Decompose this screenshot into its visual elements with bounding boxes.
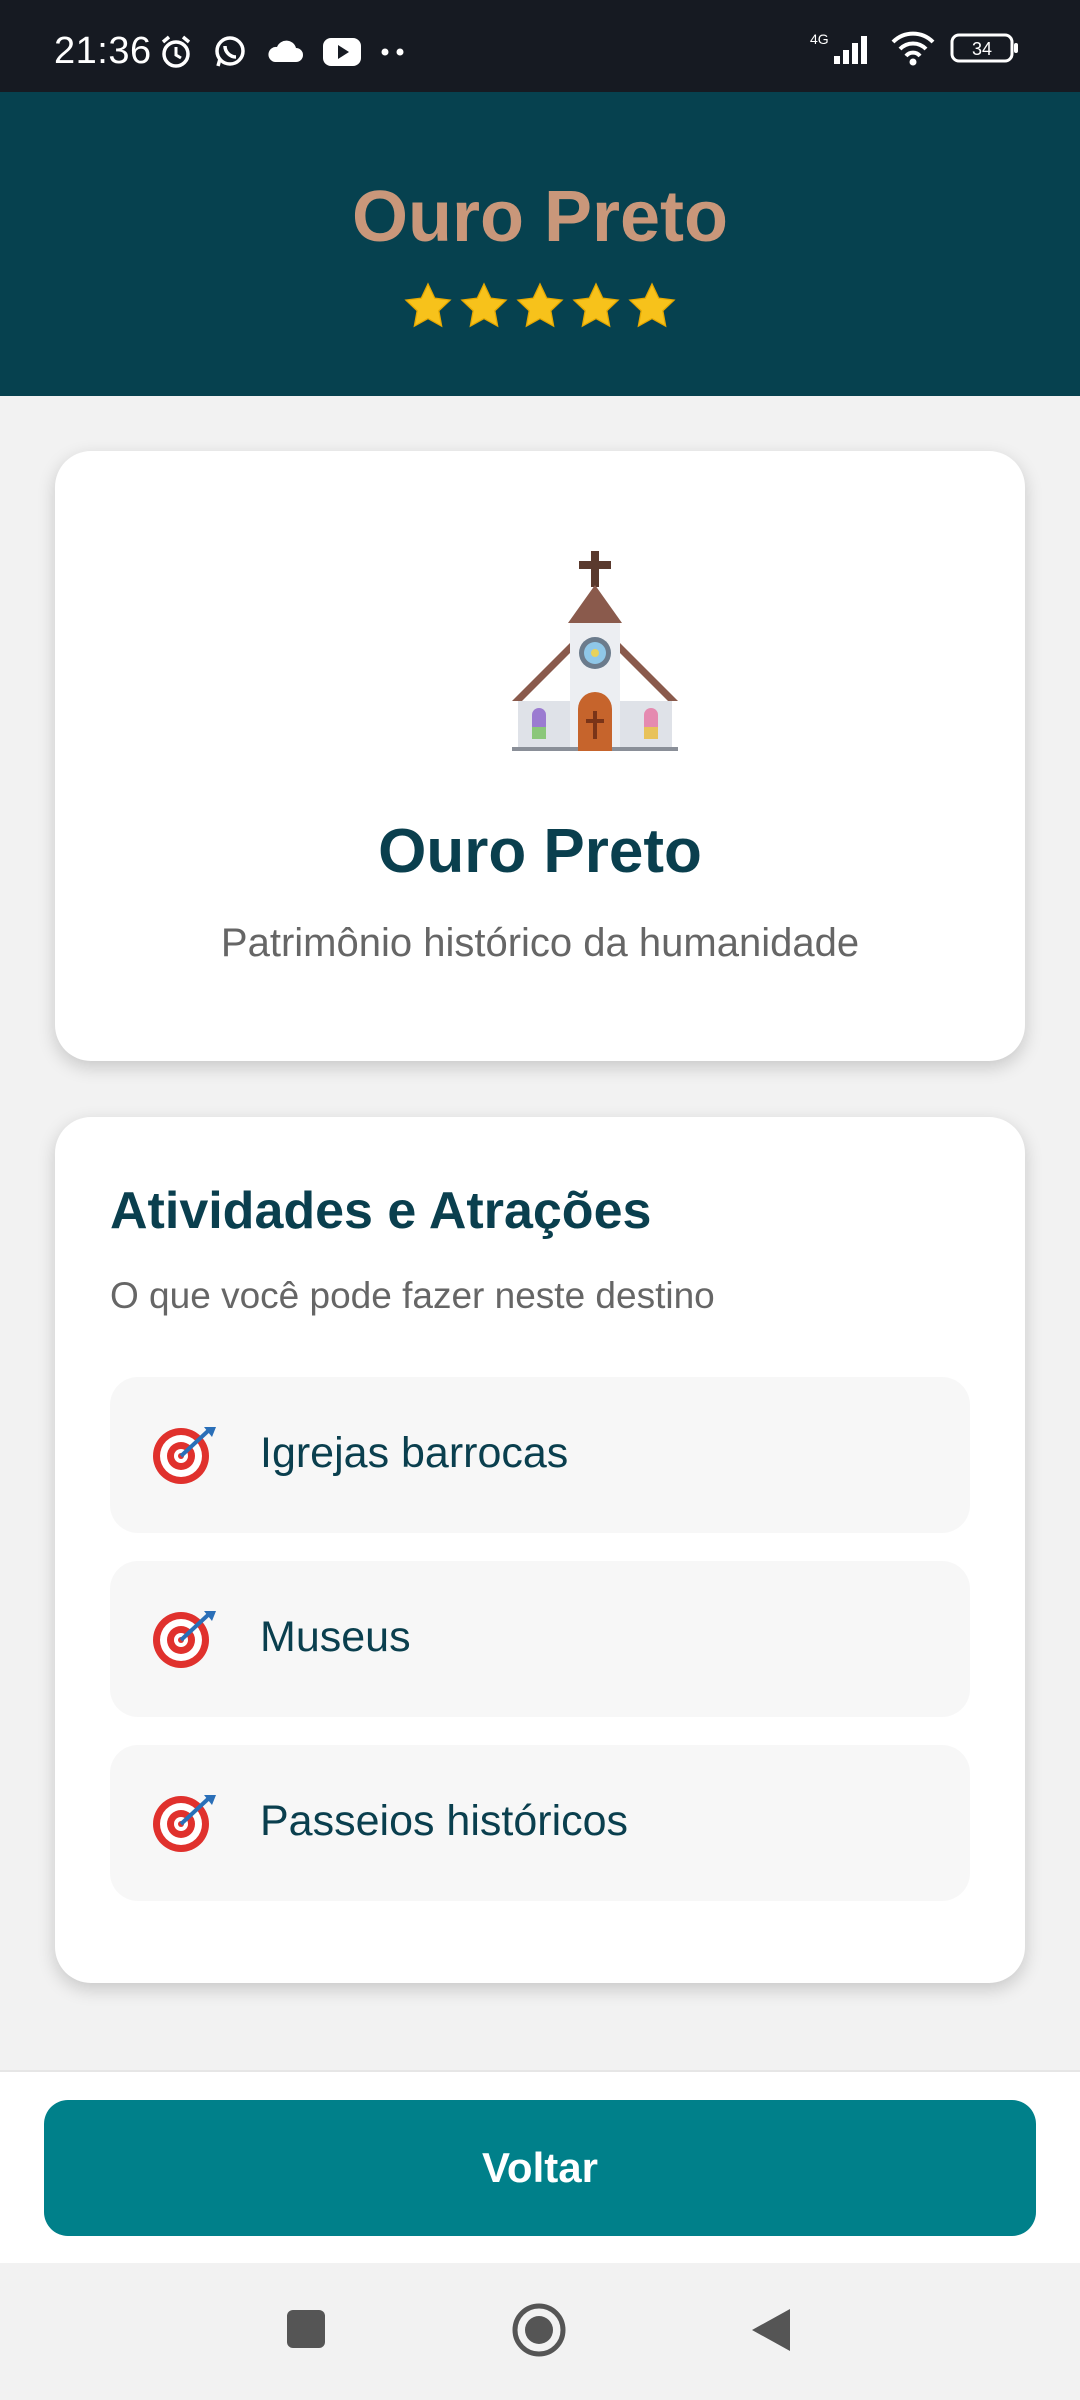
target-icon bbox=[152, 1791, 218, 1858]
header-title: Ouro Preto bbox=[351, 177, 729, 257]
status-time: 21:36 bbox=[54, 30, 152, 72]
svg-text:4G: 4G bbox=[810, 31, 829, 47]
activity-item: Passeios históricos bbox=[110, 1745, 970, 1901]
activity-label: Passeios históricos bbox=[260, 1797, 629, 1845]
more-dots-icon bbox=[380, 47, 406, 57]
bottom-action-bar: Voltar bbox=[0, 2070, 1080, 2265]
signal-icon: 4G bbox=[810, 30, 876, 66]
system-icons: 4G 34 bbox=[810, 30, 1020, 66]
star-icon bbox=[626, 280, 678, 332]
back-button[interactable]: Voltar bbox=[44, 2100, 1036, 2236]
star-icon bbox=[402, 280, 454, 332]
activities-subtitle: O que você pode fazer neste destino bbox=[110, 1275, 715, 1316]
youtube-icon bbox=[322, 37, 362, 67]
star-icon bbox=[458, 280, 510, 332]
activities-title: Atividades e Atrações bbox=[110, 1182, 652, 1240]
battery-icon: 34 bbox=[950, 30, 1020, 66]
church-icon bbox=[512, 551, 678, 756]
rating-stars bbox=[0, 280, 1080, 332]
wifi-icon bbox=[890, 30, 936, 66]
activity-item: Museus bbox=[110, 1561, 970, 1717]
status-bar: 21:36 4G 34 bbox=[0, 0, 1080, 92]
alarm-icon bbox=[158, 34, 194, 70]
app-header: Ouro Preto bbox=[0, 92, 1080, 396]
destination-subtitle: Patrimônio histórico da humanidade bbox=[220, 921, 860, 965]
star-icon bbox=[570, 280, 622, 332]
recents-square-icon[interactable] bbox=[286, 2305, 326, 2360]
star-icon bbox=[514, 280, 566, 332]
notification-icons bbox=[158, 34, 406, 70]
svg-text:34: 34 bbox=[972, 39, 992, 59]
destination-card: Ouro Preto Patrimônio histórico da human… bbox=[55, 451, 1025, 1061]
activity-item: Igrejas barrocas bbox=[110, 1377, 970, 1533]
target-icon bbox=[152, 1607, 218, 1674]
activity-label: Museus bbox=[260, 1613, 411, 1661]
cloud-icon bbox=[266, 38, 304, 66]
home-circle-icon[interactable] bbox=[510, 2303, 568, 2364]
target-icon bbox=[152, 1423, 218, 1490]
activity-label: Igrejas barrocas bbox=[260, 1429, 569, 1477]
whatsapp-icon bbox=[212, 34, 248, 70]
system-nav-bar bbox=[0, 2263, 1080, 2400]
destination-title: Ouro Preto bbox=[378, 817, 702, 886]
activities-card: Atividades e Atrações O que você pode fa… bbox=[55, 1117, 1025, 1983]
back-triangle-icon[interactable] bbox=[750, 2305, 792, 2360]
